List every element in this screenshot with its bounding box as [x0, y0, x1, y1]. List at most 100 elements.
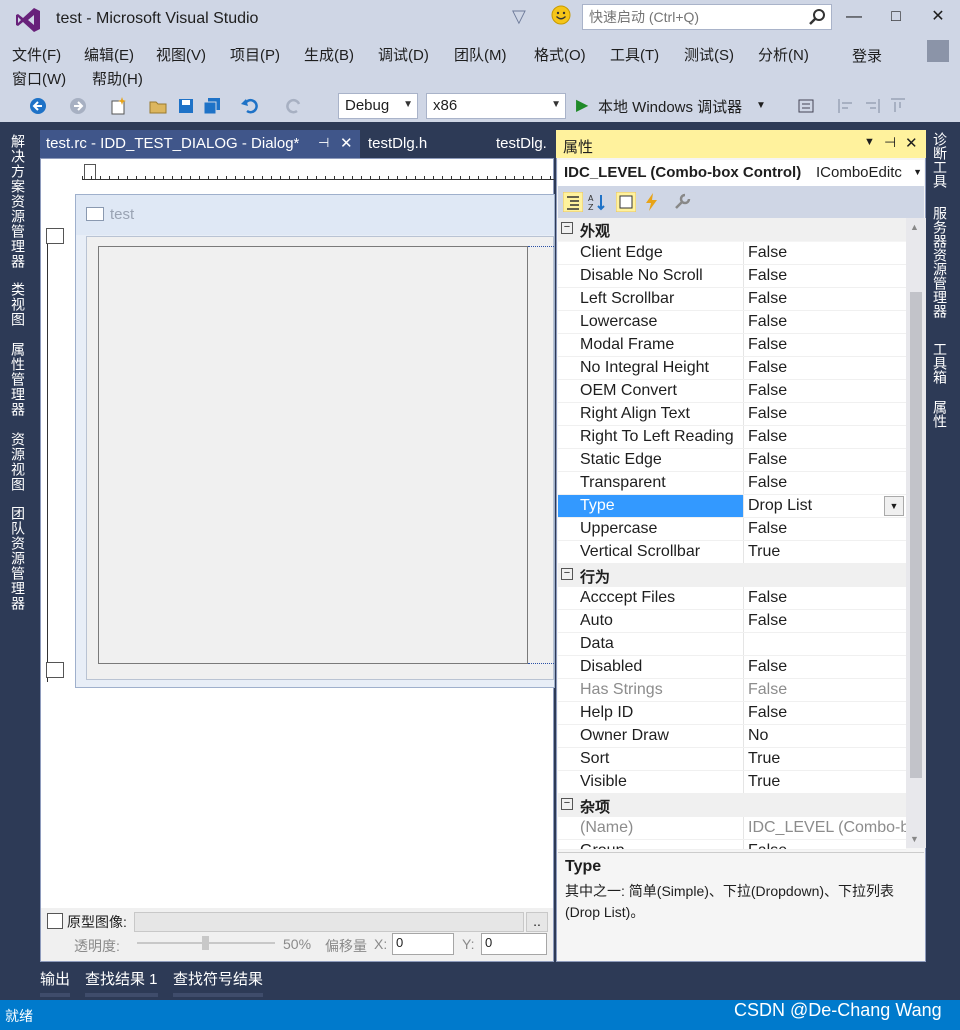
- property-row-readonly[interactable]: Has Strings False: [558, 679, 906, 702]
- menu-analyze[interactable]: 分析(N): [758, 44, 809, 65]
- feedback-smile-icon[interactable]: [550, 4, 572, 26]
- maximize-button[interactable]: □: [874, 4, 918, 32]
- close-tab-icon[interactable]: ✕: [340, 134, 353, 152]
- property-value[interactable]: False: [744, 426, 906, 448]
- tab-test-rc-dialog[interactable]: test.rc - IDD_TEST_DIALOG - Dialog* ⊣ ✕: [40, 130, 360, 158]
- property-row-selected[interactable]: Type Drop List ▼: [558, 495, 906, 518]
- property-value[interactable]: False: [744, 288, 906, 310]
- notification-filter-icon[interactable]: ▽: [512, 6, 526, 27]
- debugger-dropdown-icon[interactable]: ▼: [756, 100, 766, 111]
- property-value[interactable]: False: [744, 702, 906, 724]
- scroll-up-icon[interactable]: ▲: [910, 222, 919, 232]
- property-row[interactable]: Modal Frame False: [558, 334, 906, 357]
- pin-tab-icon[interactable]: ⊣: [318, 135, 329, 151]
- property-row[interactable]: Right Align Text False: [558, 403, 906, 426]
- menu-team[interactable]: 团队(M): [454, 44, 507, 65]
- property-value[interactable]: False: [744, 587, 906, 609]
- close-button[interactable]: ✕: [916, 4, 960, 32]
- property-row[interactable]: Data: [558, 633, 906, 656]
- start-debug-play-icon[interactable]: ▶: [576, 95, 588, 115]
- property-row[interactable]: Sort True: [558, 748, 906, 771]
- offset-x-spin[interactable]: 0: [392, 933, 454, 955]
- property-value[interactable]: False: [744, 840, 906, 849]
- rail-tab-properties[interactable]: 属性: [930, 400, 950, 428]
- opacity-slider-thumb[interactable]: [202, 936, 209, 950]
- start-debugger-button[interactable]: 本地 Windows 调试器: [598, 96, 742, 117]
- rail-tab-diagnostic-tools[interactable]: 诊断工具: [930, 132, 950, 188]
- menu-window[interactable]: 窗口(W): [12, 68, 66, 89]
- category-misc[interactable]: − 杂项: [558, 794, 906, 817]
- property-row[interactable]: Lowercase False: [558, 311, 906, 334]
- property-value[interactable]: False: [744, 518, 906, 540]
- property-value[interactable]: True: [744, 748, 906, 770]
- align-left-icon[interactable]: [836, 96, 856, 116]
- rail-tab-toolbox[interactable]: 工具箱: [930, 342, 950, 384]
- toolbar-options-icon[interactable]: [796, 96, 816, 116]
- property-row[interactable]: Left Scrollbar False: [558, 288, 906, 311]
- property-row[interactable]: Auto False: [558, 610, 906, 633]
- rail-tab-class-view[interactable]: 类视图: [8, 282, 28, 327]
- alphabetical-icon[interactable]: AZ: [587, 192, 607, 212]
- property-value[interactable]: False: [744, 334, 906, 356]
- tab-find-symbol-results[interactable]: 查找符号结果: [173, 968, 263, 989]
- menu-test[interactable]: 测试(S): [684, 44, 734, 65]
- property-row[interactable]: Disabled False: [558, 656, 906, 679]
- collapse-icon[interactable]: −: [561, 798, 573, 810]
- redo-icon[interactable]: [284, 96, 304, 116]
- property-value[interactable]: False: [744, 380, 906, 402]
- property-pages-wrench-icon[interactable]: [672, 192, 692, 212]
- tab-output[interactable]: 输出: [40, 968, 70, 989]
- categorized-icon[interactable]: [563, 192, 583, 212]
- property-row[interactable]: Transparent False: [558, 472, 906, 495]
- property-row[interactable]: Help ID False: [558, 702, 906, 725]
- property-row[interactable]: OEM Convert False: [558, 380, 906, 403]
- quick-launch-input[interactable]: [583, 5, 803, 29]
- properties-view-icon[interactable]: [616, 192, 636, 212]
- user-avatar-icon[interactable]: [927, 40, 949, 62]
- menu-edit[interactable]: 编辑(E): [84, 44, 134, 65]
- collapse-icon[interactable]: −: [561, 568, 573, 580]
- rail-tab-team-explorer[interactable]: 团队资源管理器: [8, 506, 28, 611]
- prototype-image-path-field[interactable]: [134, 912, 524, 932]
- new-project-icon[interactable]: [108, 96, 128, 116]
- open-file-icon[interactable]: [148, 96, 168, 116]
- align-right-icon[interactable]: [862, 96, 882, 116]
- property-row[interactable]: Acccept Files False: [558, 587, 906, 610]
- combo-box-control[interactable]: [98, 246, 528, 664]
- property-row-readonly[interactable]: (Name) IDC_LEVEL (Combo-bo: [558, 817, 906, 840]
- property-row[interactable]: Visible True: [558, 771, 906, 794]
- property-row[interactable]: Owner Draw No: [558, 725, 906, 748]
- save-icon[interactable]: [176, 96, 196, 116]
- quick-launch-box[interactable]: [582, 4, 832, 30]
- menu-project[interactable]: 项目(P): [230, 44, 280, 65]
- solution-configuration-select[interactable]: Debug ▼: [338, 93, 418, 119]
- property-value[interactable]: False: [744, 242, 906, 264]
- property-row[interactable]: Uppercase False: [558, 518, 906, 541]
- solution-platform-select[interactable]: x86 ▼: [426, 93, 566, 119]
- property-value[interactable]: False: [744, 472, 906, 494]
- menu-file[interactable]: 文件(F): [12, 44, 61, 65]
- menu-help[interactable]: 帮助(H): [92, 68, 143, 89]
- navigate-forward-icon[interactable]: [68, 96, 88, 116]
- rail-tab-server-explorer[interactable]: 服务器资源管理器: [930, 206, 950, 318]
- undo-icon[interactable]: [240, 96, 260, 116]
- properties-pin-icon[interactable]: ⊣: [884, 134, 896, 151]
- property-value[interactable]: False: [744, 265, 906, 287]
- collapse-icon[interactable]: −: [561, 222, 573, 234]
- property-row[interactable]: Right To Left Reading False: [558, 426, 906, 449]
- offset-y-spin[interactable]: 0: [481, 933, 547, 955]
- scrollbar-thumb[interactable]: [910, 292, 922, 778]
- save-all-icon[interactable]: [202, 96, 222, 116]
- scroll-down-icon[interactable]: ▼: [910, 834, 919, 844]
- property-row[interactable]: GroupFalse: [558, 840, 906, 850]
- tab-testdlg-cpp[interactable]: testDlg.: [490, 130, 554, 158]
- vertical-ruler[interactable]: [47, 242, 63, 682]
- menu-view[interactable]: 视图(V): [156, 44, 206, 65]
- property-value[interactable]: [744, 633, 906, 655]
- category-appearance[interactable]: − 外观: [558, 218, 906, 241]
- search-icon[interactable]: [807, 7, 827, 27]
- property-row[interactable]: Vertical Scrollbar True: [558, 541, 906, 564]
- sign-in-link[interactable]: 登录: [852, 45, 882, 66]
- property-value[interactable]: True: [744, 541, 906, 563]
- rail-tab-resource-view[interactable]: 资源视图: [8, 432, 28, 492]
